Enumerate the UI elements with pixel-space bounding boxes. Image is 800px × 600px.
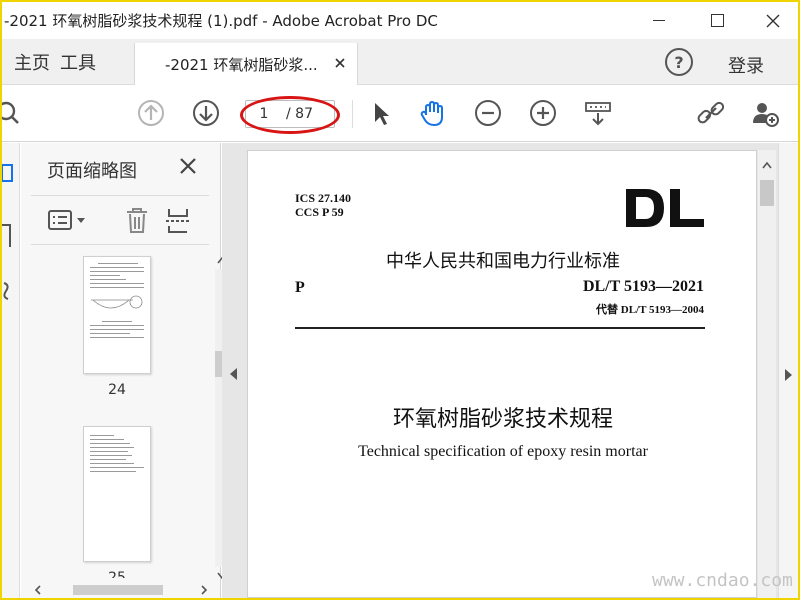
- maximize-icon: [710, 14, 724, 27]
- standard-number: DL/T 5193—2021: [582, 278, 704, 295]
- text-line: [98, 263, 138, 264]
- text-line: [90, 463, 134, 464]
- text-line: [90, 337, 144, 338]
- help-icon: ?: [674, 52, 684, 72]
- classification-codes: ICS 27.140 CCS P 59: [295, 191, 351, 219]
- thumbnail-toolbar: [31, 195, 209, 245]
- pages-icon[interactable]: [2, 163, 16, 185]
- next-page-icon[interactable]: [191, 98, 221, 128]
- scroll-mode-icon[interactable]: [583, 98, 613, 128]
- tab-tools-label: 工具: [60, 53, 96, 74]
- share-link-icon[interactable]: [696, 98, 726, 128]
- site-watermark: www.cndao.com: [652, 570, 793, 591]
- text-line: [90, 435, 114, 436]
- thumbnail-page-label: 24: [108, 382, 126, 398]
- text-line: [90, 267, 144, 268]
- text-line: [90, 471, 136, 472]
- category-letter: P: [295, 279, 305, 296]
- text-line: [90, 279, 126, 280]
- previous-page-icon[interactable]: [136, 98, 166, 128]
- ccs-code: CCS P 59: [295, 205, 344, 219]
- tab-bar: 主页 工具 -2021 环氧树脂砂浆... ? 登录: [2, 39, 798, 85]
- acrobat-window: -2021 环氧树脂砂浆技术规程 (1).pdf - Adobe Acrobat…: [2, 2, 798, 598]
- extract-pages-icon[interactable]: [165, 206, 193, 234]
- document-scrollbar[interactable]: [758, 150, 776, 598]
- text-line: [90, 333, 130, 334]
- minimize-icon: [653, 20, 665, 21]
- text-line: [90, 467, 144, 468]
- tab-document-label: -2021 环氧树脂砂浆...: [165, 55, 318, 74]
- document-title-cn: 环氧树脂砂浆技术规程: [392, 406, 613, 431]
- document-viewer: ICS 27.140 CCS P 59 中华人民共和国电力行业标准 P DL/T…: [222, 143, 778, 598]
- text-line: [90, 443, 130, 444]
- close-tab-icon[interactable]: [333, 56, 347, 70]
- toolbar-divider: [352, 100, 353, 128]
- scroll-up-icon[interactable]: [761, 160, 773, 170]
- thumbnail-hscrollbar[interactable]: [33, 583, 211, 597]
- title-bar: -2021 环氧树脂砂浆技术规程 (1).pdf - Adobe Acrobat…: [2, 2, 798, 39]
- scroll-left-icon[interactable]: [33, 585, 43, 595]
- text-line: [90, 275, 120, 276]
- close-panel-icon[interactable]: [179, 157, 197, 175]
- delete-icon[interactable]: [123, 206, 151, 234]
- document-scroll-thumb[interactable]: [760, 180, 774, 206]
- text-line: [90, 447, 134, 448]
- panel-title: 页面缩略图: [47, 161, 137, 182]
- right-pane-rail: [778, 143, 798, 598]
- add-user-icon[interactable]: [750, 98, 780, 128]
- left-nav-rail: [2, 143, 20, 598]
- select-cursor-icon[interactable]: [366, 98, 396, 128]
- zoom-in-icon[interactable]: [528, 98, 558, 128]
- thumbnail-page-label: 25: [108, 570, 126, 578]
- text-line: [102, 321, 132, 322]
- text-line: [90, 283, 144, 284]
- replaces-note: 代替 DL/T 5193—2004: [596, 304, 704, 316]
- document-title-en: Technical specification of epoxy resin m…: [358, 443, 648, 460]
- tab-home-label: 主页: [14, 53, 50, 74]
- tab-home[interactable]: 主页: [2, 39, 52, 85]
- page-thumbnail-25[interactable]: [83, 426, 151, 562]
- bookmark-icon[interactable]: [2, 223, 16, 249]
- help-button[interactable]: ?: [665, 48, 693, 76]
- window-title: -2021 环氧树脂砂浆技术规程 (1).pdf - Adobe Acrobat…: [4, 12, 438, 30]
- tab-document[interactable]: -2021 环氧树脂砂浆...: [134, 43, 358, 85]
- text-line: [90, 287, 144, 288]
- close-window-button[interactable]: [744, 2, 798, 39]
- scroll-right-icon[interactable]: [199, 585, 209, 595]
- text-line: [90, 329, 144, 330]
- minimize-button[interactable]: [630, 2, 688, 39]
- pdf-page: ICS 27.140 CCS P 59 中华人民共和国电力行业标准 P DL/T…: [247, 150, 757, 598]
- zoom-out-icon[interactable]: [473, 98, 503, 128]
- page-thumbnails-panel: 页面缩略图 24 25: [21, 143, 229, 598]
- text-line: [90, 439, 124, 440]
- attachment-icon[interactable]: [2, 279, 16, 301]
- search-icon[interactable]: [2, 98, 26, 128]
- maximize-button[interactable]: [688, 2, 746, 39]
- thumbnail-list: 24 25: [31, 248, 191, 578]
- text-line: [90, 459, 126, 460]
- sign-in-link[interactable]: 登录: [728, 52, 764, 78]
- toolbar: 1 / 87: [2, 86, 798, 142]
- standard-heading: 中华人民共和国电力行业标准: [386, 251, 620, 271]
- divider-rule: [295, 327, 705, 329]
- collapse-left-pane-icon[interactable]: [230, 368, 238, 380]
- figure-diagram: [91, 295, 143, 309]
- close-icon: [766, 14, 780, 27]
- hand-tool-icon[interactable]: [418, 98, 448, 128]
- tab-tools[interactable]: 工具: [60, 39, 96, 85]
- expand-right-pane-icon[interactable]: [785, 369, 793, 381]
- hscrollbar-thumb[interactable]: [73, 585, 163, 595]
- text-line: [90, 271, 144, 272]
- text-line: [90, 325, 144, 326]
- ics-code: ICS 27.140: [295, 191, 352, 205]
- options-menu-icon[interactable]: [47, 206, 89, 234]
- highlight-annotation: [240, 96, 340, 134]
- text-line: [90, 451, 128, 452]
- text-line: [90, 455, 132, 456]
- dl-logo: [626, 189, 704, 227]
- page-thumbnail-24[interactable]: [83, 256, 151, 374]
